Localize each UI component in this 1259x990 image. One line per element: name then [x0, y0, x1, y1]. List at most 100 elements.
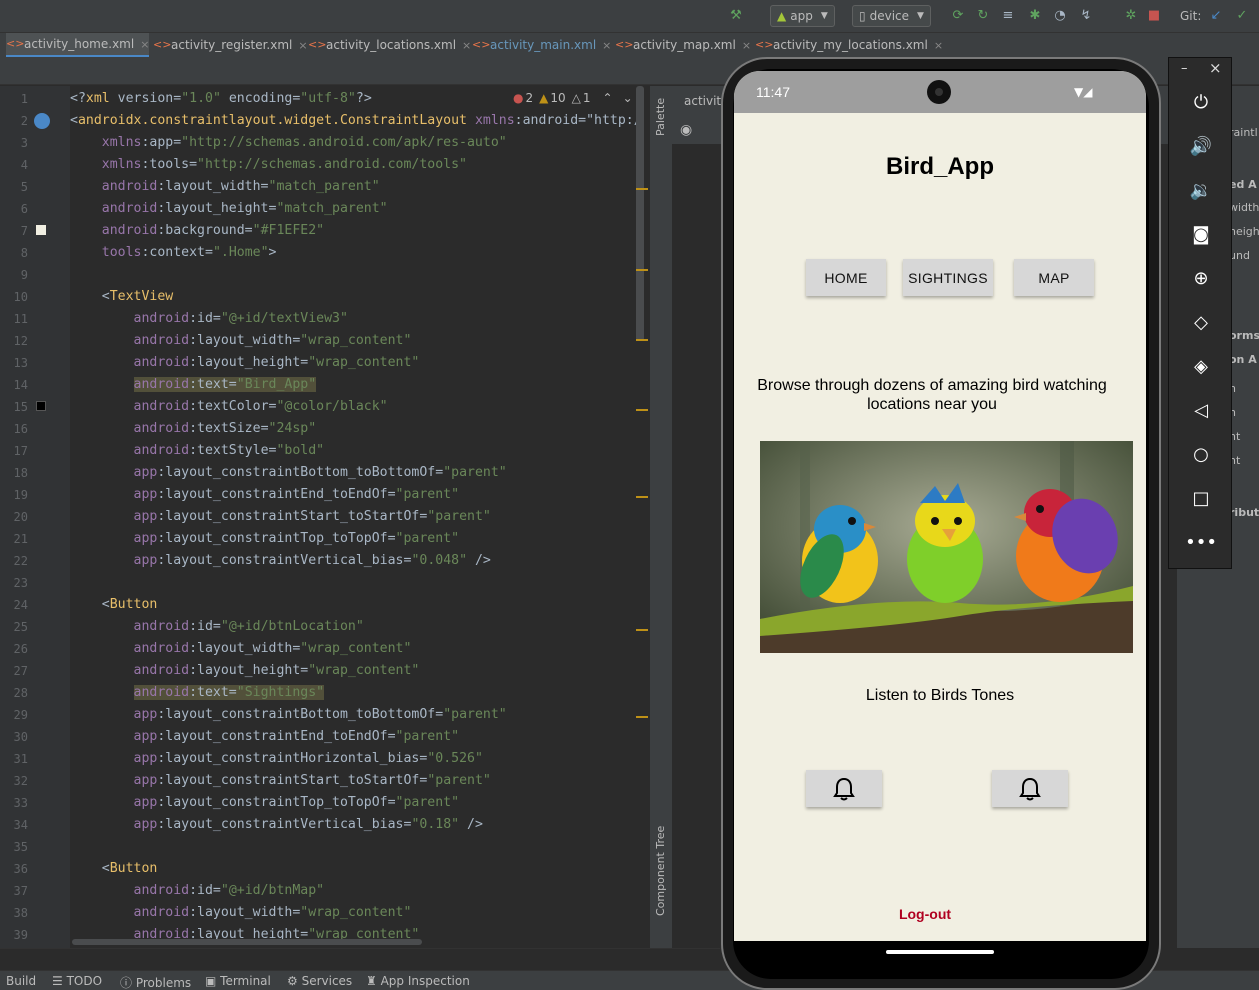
- tab-activity-map[interactable]: <> activity_map.xml ×: [615, 33, 751, 57]
- sightings-button[interactable]: SIGHTINGS: [903, 259, 993, 296]
- color-swatch-icon[interactable]: [36, 225, 46, 235]
- code-line[interactable]: android:id="@+id/btnMap": [70, 880, 325, 902]
- warning-marker[interactable]: [636, 496, 648, 498]
- warning-marker[interactable]: [636, 188, 648, 190]
- chevron-down-icon[interactable]: ⌄: [623, 91, 633, 105]
- code-editor[interactable]: <?xml version="1.0" encoding="utf-8"?> <a…: [70, 86, 648, 948]
- code-line[interactable]: android:text="Sightings": [70, 682, 325, 704]
- attach-debugger-icon[interactable]: ↯: [1078, 8, 1094, 24]
- code-line[interactable]: android:layout_height="match_parent": [70, 198, 388, 220]
- code-line[interactable]: app:layout_constraintBottom_toBottomOf="…: [70, 462, 507, 484]
- problems-tab[interactable]: ⓘ Problems: [120, 974, 191, 990]
- warning-marker[interactable]: [636, 629, 648, 631]
- code-line[interactable]: <TextView: [70, 286, 173, 308]
- close-icon[interactable]: ×: [298, 39, 307, 52]
- code-line[interactable]: android:layout_height="wrap_content": [70, 352, 420, 374]
- code-line[interactable]: <?xml version="1.0" encoding="utf-8"?>: [70, 88, 372, 110]
- code-line[interactable]: android:layout_height="wrap_content": [70, 660, 420, 682]
- component-tree-tab[interactable]: Component Tree: [654, 826, 667, 916]
- code-line[interactable]: android:background="#F1EFE2": [70, 220, 324, 242]
- home-button[interactable]: HOME: [806, 259, 886, 296]
- more-icon[interactable]: •••: [1185, 528, 1217, 556]
- code-line[interactable]: app:layout_constraintBottom_toBottomOf="…: [70, 704, 507, 726]
- rotate-left-icon[interactable]: ◇: [1187, 308, 1215, 336]
- code-line[interactable]: app:layout_constraintEnd_toEndOf="parent…: [70, 726, 460, 748]
- volume-down-icon[interactable]: 🔉: [1187, 176, 1215, 204]
- warning-marker[interactable]: [636, 269, 648, 271]
- zoom-icon[interactable]: ⊕: [1187, 264, 1215, 292]
- code-line[interactable]: app:layout_constraintVertical_bias="0.04…: [70, 550, 491, 572]
- build-tab[interactable]: Build: [6, 974, 36, 988]
- gesture-nav-bar[interactable]: [886, 950, 994, 954]
- apply-code-changes-icon[interactable]: ↻: [975, 8, 991, 24]
- apply-changes-icon[interactable]: ⟳: [950, 8, 966, 24]
- close-icon[interactable]: ×: [602, 39, 611, 52]
- todo-tab[interactable]: ☰ TODO: [52, 974, 102, 988]
- rotate-right-icon[interactable]: ◈: [1187, 352, 1215, 380]
- tab-activity-locations[interactable]: <> activity_locations.xml ×: [308, 33, 471, 57]
- volume-up-icon[interactable]: 🔊: [1187, 132, 1215, 160]
- bird-tone-button-2[interactable]: [992, 770, 1068, 807]
- close-button[interactable]: ×: [1209, 59, 1222, 77]
- back-icon[interactable]: ◁: [1187, 396, 1215, 424]
- code-line[interactable]: app:layout_constraintTop_toTopOf="parent…: [70, 528, 460, 550]
- palette-tab[interactable]: Palette: [654, 98, 667, 136]
- tab-activity-main[interactable]: <> activity_main.xml ×: [472, 33, 611, 57]
- git-commit-icon[interactable]: ✓: [1234, 8, 1250, 24]
- code-line[interactable]: <Button: [70, 858, 158, 880]
- code-line[interactable]: android:layout_width="wrap_content": [70, 330, 412, 352]
- overview-icon[interactable]: □: [1187, 484, 1215, 512]
- chevron-up-icon[interactable]: ⌃: [603, 91, 613, 105]
- close-icon[interactable]: ×: [742, 39, 751, 52]
- warning-marker[interactable]: [636, 339, 648, 341]
- code-line[interactable]: android:id="@+id/textView3": [70, 308, 348, 330]
- power-icon[interactable]: ⏻: [1187, 88, 1215, 116]
- bug-icon[interactable]: ✲: [1123, 8, 1139, 24]
- close-icon[interactable]: ×: [140, 38, 149, 51]
- warning-marker[interactable]: [636, 409, 648, 411]
- code-line[interactable]: app:layout_constraintEnd_toEndOf="parent…: [70, 484, 460, 506]
- code-line[interactable]: android:text="Bird_App": [70, 374, 317, 396]
- minimize-button[interactable]: –: [1181, 61, 1188, 76]
- code-line[interactable]: android:textStyle="bold": [70, 440, 325, 462]
- class-icon[interactable]: [34, 113, 50, 129]
- code-line[interactable]: android:layout_width="wrap_content": [70, 902, 412, 924]
- run-config-dropdown[interactable]: ▲ app ▼: [770, 5, 835, 27]
- inspection-widget[interactable]: ● 2 ▲ 10 △ 1 ⌃ ⌄: [513, 91, 633, 105]
- code-line[interactable]: app:layout_constraintStart_toStartOf="pa…: [70, 770, 491, 792]
- terminal-tab[interactable]: ▣ Terminal: [205, 974, 271, 988]
- close-icon[interactable]: ×: [462, 39, 471, 52]
- git-update-icon[interactable]: ↙: [1208, 8, 1224, 24]
- code-line[interactable]: <Button: [70, 594, 158, 616]
- editor-scrollbar[interactable]: [636, 86, 648, 948]
- list-icon[interactable]: ≡: [1000, 8, 1016, 24]
- code-line[interactable]: app:layout_constraintVertical_bias="0.18…: [70, 814, 483, 836]
- close-icon[interactable]: ×: [934, 39, 943, 52]
- code-line[interactable]: tools:context=".Home">: [70, 242, 277, 264]
- code-line[interactable]: android:layout_width="wrap_content": [70, 638, 412, 660]
- hammer-icon[interactable]: ⚒: [728, 8, 744, 24]
- warning-marker[interactable]: [636, 716, 648, 718]
- tab-activity-home[interactable]: <> activity_home.xml ×: [6, 33, 150, 57]
- device-dropdown[interactable]: ▯ device ▼: [852, 5, 931, 27]
- logout-link[interactable]: Log-out: [734, 906, 1116, 922]
- scroll-thumb[interactable]: [636, 86, 644, 341]
- camera-icon[interactable]: ◙: [1187, 220, 1215, 248]
- tab-activity-register[interactable]: <> activity_register.xml ×: [153, 33, 308, 57]
- code-line[interactable]: app:layout_constraintHorizontal_bias="0.…: [70, 748, 483, 770]
- emulator-screen[interactable]: 11:47 ▼◢ Bird_App HOME SIGHTINGS MAP Bro…: [734, 71, 1146, 941]
- services-tab[interactable]: ⚙ Services: [287, 974, 352, 988]
- debug-icon[interactable]: ✱: [1027, 8, 1043, 24]
- code-line[interactable]: <androidx.constraintlayout.widget.Constr…: [70, 110, 642, 132]
- code-line[interactable]: xmlns:app="http://schemas.android.com/ap…: [70, 132, 507, 154]
- code-line[interactable]: app:layout_constraintStart_toStartOf="pa…: [70, 506, 491, 528]
- profile-icon[interactable]: ◔: [1052, 8, 1068, 24]
- app-inspection-tab[interactable]: ♜ App Inspection: [366, 974, 470, 988]
- map-button[interactable]: MAP: [1014, 259, 1094, 296]
- bird-tone-button-1[interactable]: [806, 770, 882, 807]
- code-line[interactable]: app:layout_constraintTop_toTopOf="parent…: [70, 792, 460, 814]
- color-swatch-icon[interactable]: [36, 401, 46, 411]
- stop-icon[interactable]: ■: [1146, 8, 1162, 24]
- horizontal-scrollbar[interactable]: [72, 939, 422, 945]
- tab-activity-my-locations[interactable]: <> activity_my_locations.xml ×: [755, 33, 943, 57]
